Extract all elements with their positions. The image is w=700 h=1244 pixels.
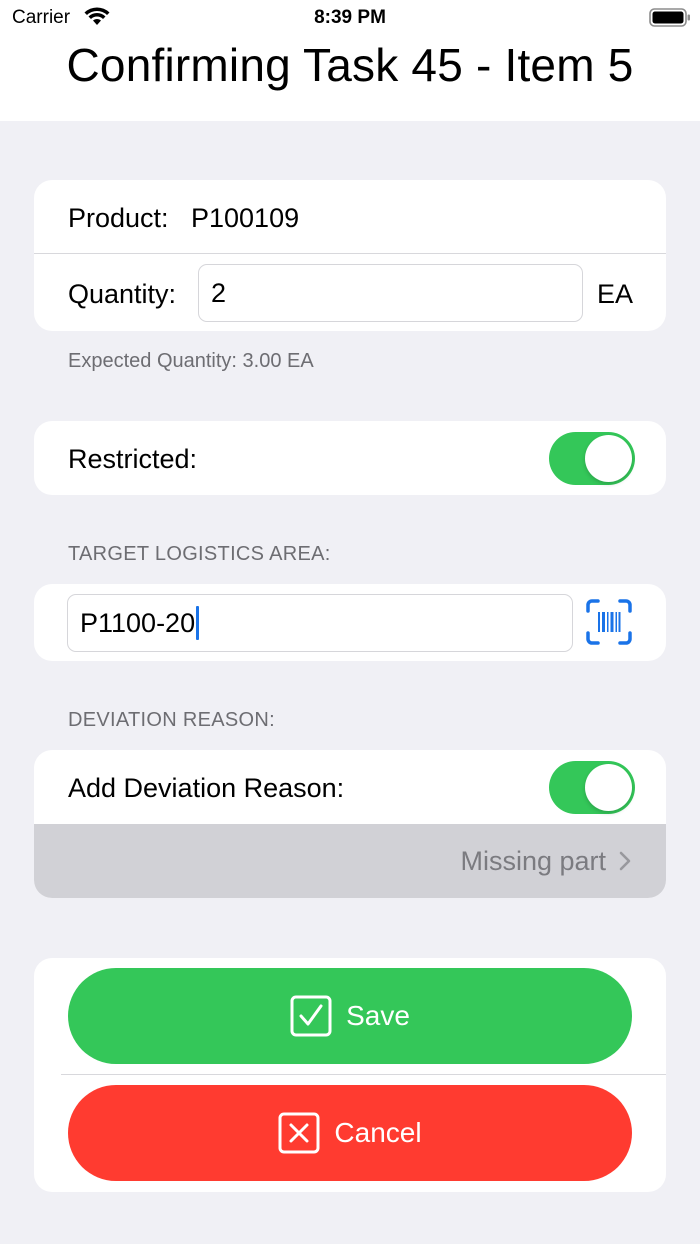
checkbox-x-icon (278, 1112, 320, 1154)
save-button[interactable]: Save (68, 968, 632, 1064)
deviation-section-label: DEVIATION REASON: (68, 709, 275, 731)
quantity-value: 2 (211, 277, 227, 308)
product-value: P100109 (191, 203, 300, 233)
deviation-reason-value: Missing part (460, 846, 606, 876)
product-label: Product: (68, 203, 169, 233)
barcode-scan-icon[interactable] (585, 598, 633, 646)
battery-icon (649, 8, 690, 27)
header: Carrier 8:39 PM Confirming Task 45 - Ite… (0, 0, 700, 121)
quantity-label: Quantity: (68, 279, 177, 309)
clock-time: 8:39 PM (314, 7, 386, 28)
target-area-input[interactable]: P1100-20 (67, 594, 573, 652)
toggle-knob (585, 764, 632, 811)
product-card: Product: P100109 Quantity: 2 EA (34, 180, 666, 331)
deviation-toggle-label: Add Deviation Reason: (68, 773, 345, 803)
expected-quantity-hint: Expected Quantity: 3.00 EA (68, 350, 314, 372)
chevron-right-icon (619, 851, 631, 871)
checkbox-check-icon (290, 995, 332, 1037)
page-title: Confirming Task 45 - Item 5 (66, 39, 634, 91)
toggle-knob (585, 435, 632, 482)
quantity-input[interactable]: 2 (198, 264, 583, 322)
deviation-reason-picker[interactable]: Missing part (34, 824, 666, 898)
deviation-toggle[interactable] (549, 761, 635, 814)
restricted-label: Restricted: (68, 444, 198, 474)
deviation-card: Add Deviation Reason: Missing part (34, 750, 666, 898)
actions-card: Save Cancel (34, 958, 666, 1192)
cancel-label: Cancel (334, 1117, 422, 1148)
divider (34, 253, 666, 254)
save-label: Save (346, 1000, 410, 1031)
restricted-card: Restricted: (34, 421, 666, 495)
status-bar: Carrier 8:39 PM (0, 0, 700, 36)
target-area-value: P1100-20 (80, 607, 196, 638)
target-area-section-label: TARGET LOGISTICS AREA: (68, 543, 331, 565)
quantity-unit: EA (597, 279, 634, 309)
cancel-button[interactable]: Cancel (68, 1085, 632, 1181)
text-cursor (196, 606, 200, 640)
restricted-toggle[interactable] (549, 432, 635, 485)
divider (61, 1074, 666, 1075)
target-area-card: P1100-20 (34, 584, 666, 661)
